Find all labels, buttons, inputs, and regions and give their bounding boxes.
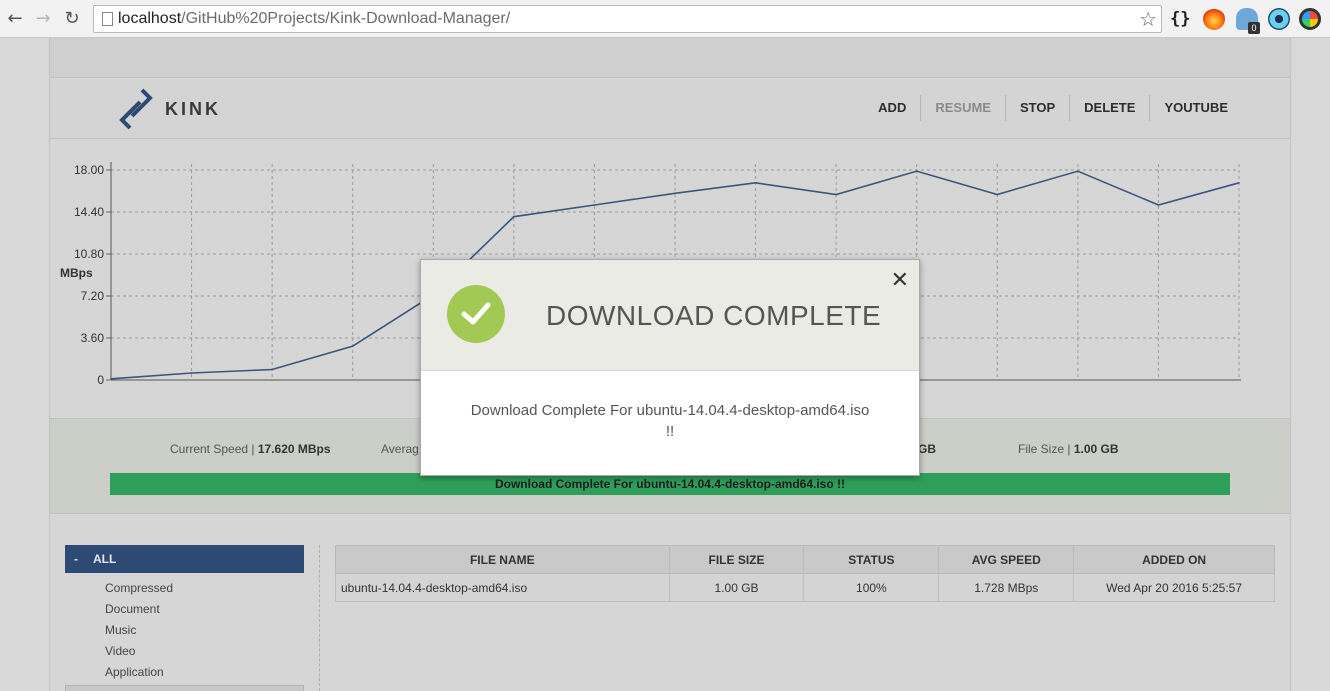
file-size-label: File Size |	[1018, 442, 1074, 456]
downloaded-stat: GB	[918, 442, 936, 456]
speed-data-point	[1077, 170, 1079, 172]
speed-data-point	[513, 215, 515, 218]
speed-data-point	[915, 170, 918, 172]
progress-text: Download Complete For ubuntu-14.04.4-des…	[494, 477, 846, 491]
sidebar-item-all[interactable]: - ALL	[65, 545, 304, 573]
page-icon	[102, 12, 113, 26]
file-size-value: 1.00 GB	[1073, 442, 1119, 456]
speed-data-point	[593, 204, 596, 206]
y-tick-label: 18.00	[74, 163, 104, 177]
progress-bar: Download Complete For ubuntu-14.04.4-des…	[110, 473, 1230, 495]
forward-arrow-icon[interactable]: →	[33, 8, 53, 30]
sidebar-next-section	[65, 685, 304, 691]
sidebar-item-music[interactable]: Music	[105, 622, 173, 643]
url-host: localhost	[118, 10, 182, 27]
checkmark-icon	[461, 302, 491, 325]
kink-logo-icon	[119, 88, 153, 130]
back-arrow-icon[interactable]: ←	[5, 8, 25, 30]
y-tick-label: 14.40	[74, 205, 104, 219]
main-menu: ADD RESUME STOP DELETE YOUTUBE	[864, 95, 1242, 121]
y-tick-label: 0	[97, 373, 104, 387]
col-file-size[interactable]: FILE SIZE	[668, 545, 805, 574]
top-strip	[50, 38, 1290, 78]
average-speed-stat: Averag	[381, 442, 419, 456]
fire-extension-icon[interactable]	[1203, 8, 1225, 30]
cell-avg-speed: 1.728 MBps	[938, 573, 1075, 602]
collapse-dash-icon: -	[74, 552, 78, 566]
col-status[interactable]: STATUS	[803, 545, 940, 574]
speed-data-point	[674, 192, 676, 195]
current-speed-label: Current Speed |	[170, 442, 258, 456]
cell-file-size: 1.00 GB	[668, 573, 805, 602]
close-icon[interactable]: ✕	[891, 268, 909, 293]
add-button[interactable]: ADD	[864, 95, 920, 121]
speed-data-point	[754, 182, 757, 184]
y-tick-label: 10.80	[74, 247, 104, 261]
table-header-row: FILE NAME FILE SIZE STATUS AVG SPEED ADD…	[335, 545, 1275, 574]
modal-title: DOWNLOAD COMPLETE	[546, 300, 882, 331]
download-complete-modal: DOWNLOAD COMPLETE ✕ Download Complete Fo…	[420, 259, 920, 476]
cell-file-name: ubuntu-14.04.4-desktop-amd64.iso	[335, 573, 670, 602]
cell-status: 100%	[803, 573, 940, 602]
file-size-stat: File Size | 1.00 GB	[1018, 442, 1119, 456]
col-file-name[interactable]: FILE NAME	[335, 545, 670, 574]
speed-data-point	[190, 372, 193, 374]
ghost-extension-badge: 0	[1248, 22, 1260, 34]
col-added-on[interactable]: ADDED ON	[1073, 545, 1275, 574]
sidebar-divider	[319, 545, 320, 691]
address-bar[interactable]: localhost/GitHub%20Projects/Kink-Downloa…	[93, 5, 1162, 33]
color-picker-extension-icon[interactable]	[1299, 8, 1321, 30]
stop-button[interactable]: STOP	[1004, 95, 1069, 121]
delete-button[interactable]: DELETE	[1069, 95, 1149, 121]
youtube-button[interactable]: YOUTUBE	[1149, 95, 1242, 121]
sidebar-item-compressed[interactable]: Compressed	[105, 580, 173, 601]
modal-message-line2: !!	[665, 423, 675, 440]
y-axis-label: MBps	[60, 266, 93, 280]
cell-added-on: Wed Apr 20 2016 5:25:57	[1073, 573, 1275, 602]
reload-icon[interactable]: ↻	[62, 8, 82, 30]
url-text: localhost/GitHub%20Projects/Kink-Downloa…	[118, 10, 510, 28]
speed-data-point	[1238, 182, 1240, 184]
modal-header: DOWNLOAD COMPLETE ✕	[421, 260, 919, 371]
speed-data-point	[996, 193, 999, 196]
sidebar-item-video[interactable]: Video	[105, 643, 173, 664]
downloads-section: - ALL Compressed Document Music Video App…	[50, 515, 1290, 691]
downloads-table: FILE NAME FILE SIZE STATUS AVG SPEED ADD…	[335, 545, 1275, 602]
current-speed-value: 17.620 MBps	[257, 442, 331, 456]
speed-data-point	[351, 345, 354, 347]
speed-data-point	[110, 378, 112, 380]
y-tick-label: 3.60	[81, 331, 105, 345]
col-avg-speed[interactable]: AVG SPEED	[938, 545, 1075, 574]
sidebar-item-document[interactable]: Document	[105, 601, 173, 622]
sidebar-header-label: ALL	[93, 552, 117, 566]
resume-button[interactable]: RESUME	[920, 95, 1005, 121]
modal-message-line1: Download Complete For ubuntu-14.04.4-des…	[470, 402, 870, 419]
app-header: KINK ADD RESUME STOP DELETE YOUTUBE	[50, 78, 1290, 139]
speed-data-point	[271, 368, 273, 371]
logo-text: KINK	[165, 99, 221, 119]
category-list: Compressed Document Music Video Applicat…	[105, 580, 173, 685]
speed-data-point	[835, 193, 837, 196]
browser-toolbar: ← → ↻ localhost/GitHub%20Projects/Kink-D…	[0, 0, 1330, 38]
modal-message: Download Complete For ubuntu-14.04.4-des…	[441, 400, 899, 442]
y-tick-label: 7.20	[81, 289, 105, 303]
success-check-icon	[447, 285, 505, 343]
table-row[interactable]: ubuntu-14.04.4-desktop-amd64.iso 1.00 GB…	[335, 573, 1275, 602]
sidebar-item-application[interactable]: Application	[105, 664, 173, 685]
url-path: /GitHub%20Projects/Kink-Download-Manager…	[181, 10, 511, 27]
average-speed-label: Averag	[381, 442, 419, 456]
eye-extension-icon[interactable]	[1268, 8, 1290, 30]
downloaded-value: GB	[918, 442, 936, 456]
bookmark-star-icon[interactable]: ☆	[1139, 7, 1157, 31]
json-extension-icon[interactable]: {}	[1170, 8, 1196, 30]
current-speed-stat: Current Speed | 17.620 MBps	[170, 442, 331, 456]
speed-data-point	[1157, 204, 1160, 206]
